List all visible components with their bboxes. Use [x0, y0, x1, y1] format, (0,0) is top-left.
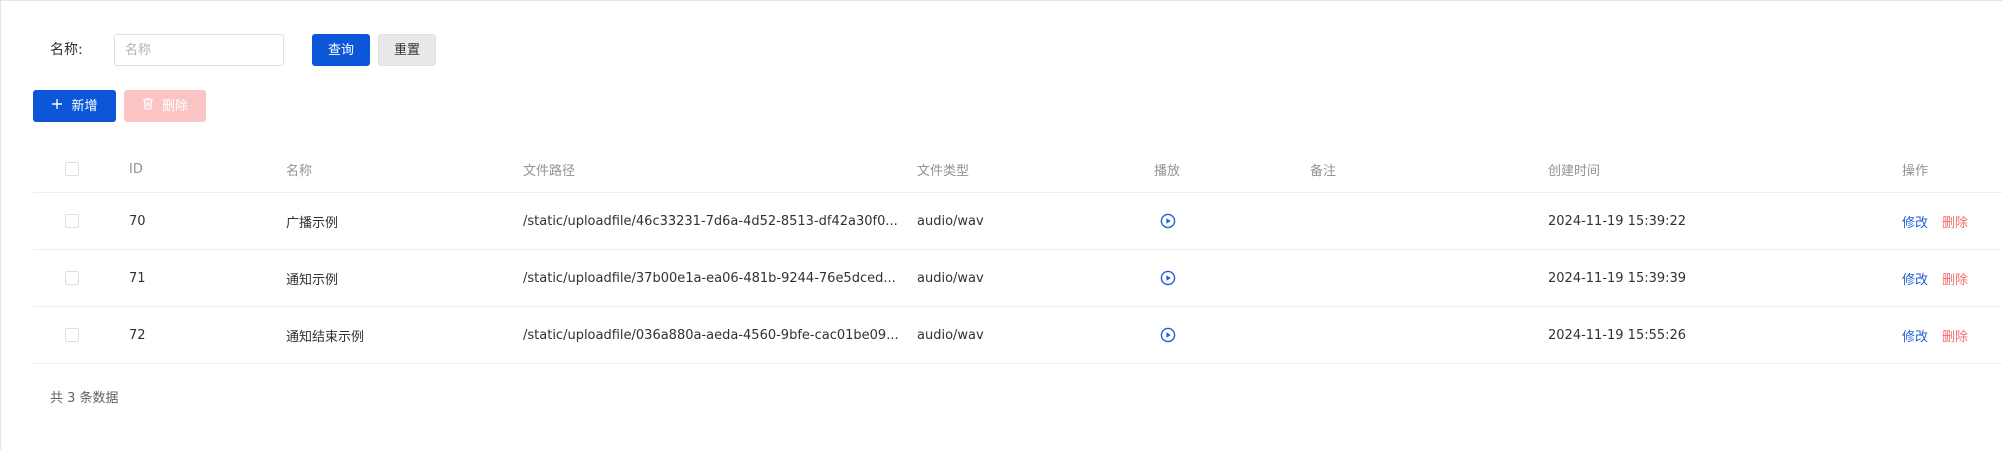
row-name: 通知示例 — [286, 272, 339, 288]
header-name: 名称 — [286, 163, 313, 179]
delete-link[interactable]: 删除 — [1942, 212, 1968, 231]
search-label: 名称: — [50, 42, 83, 58]
name-search-input[interactable] — [114, 34, 284, 66]
row-id: 70 — [129, 213, 146, 229]
row-type: audio/wav — [917, 213, 984, 229]
play-icon[interactable] — [1160, 213, 1176, 229]
reset-button[interactable]: 重置 — [378, 34, 436, 66]
row-path: /static/uploadfile/46c33231-7d6a-4d52-85… — [523, 213, 898, 229]
edit-link[interactable]: 修改 — [1902, 269, 1928, 288]
row-checkbox[interactable] — [65, 328, 79, 342]
row-ops: 修改 删除 — [1902, 307, 1968, 363]
header-path: 文件路径 — [523, 163, 576, 179]
row-created: 2024-11-19 15:55:26 — [1548, 327, 1687, 343]
row-path-cell: /static/uploadfile/37b00e1a-ea06-481b-92… — [523, 250, 903, 306]
edit-link[interactable]: 修改 — [1902, 212, 1928, 231]
row-check-cell — [65, 193, 79, 249]
delete-link[interactable]: 删除 — [1942, 326, 1968, 345]
row-path: /static/uploadfile/036a880a-aeda-4560-9b… — [523, 327, 899, 343]
select-all-checkbox[interactable] — [65, 162, 79, 176]
row-id: 72 — [129, 327, 146, 343]
row-created: 2024-11-19 15:39:39 — [1548, 270, 1687, 286]
total-count: 共 3 条数据 — [50, 391, 119, 406]
header-play: 播放 — [1154, 163, 1181, 179]
row-ops: 修改 删除 — [1902, 193, 1968, 249]
row-type: audio/wav — [917, 327, 984, 343]
row-check-cell — [65, 250, 79, 306]
row-play-cell — [1160, 307, 1220, 363]
row-id: 71 — [129, 270, 146, 286]
row-path-cell: /static/uploadfile/036a880a-aeda-4560-9b… — [523, 307, 903, 363]
row-play-cell — [1160, 250, 1220, 306]
query-button[interactable]: 查询 — [312, 34, 370, 66]
header-ops: 操作 — [1902, 163, 1929, 179]
row-checkbox[interactable] — [65, 271, 79, 285]
header-type: 文件类型 — [917, 163, 970, 179]
table-header: ID 名称 文件路径 文件类型 播放 备注 创建时间 操作 — [33, 146, 2002, 193]
batch-delete-button[interactable]: 删除 — [124, 90, 206, 122]
row-check-cell — [65, 307, 79, 363]
table-row: 70 广播示例 /static/uploadfile/46c33231-7d6a… — [33, 193, 2002, 250]
edit-link[interactable]: 修改 — [1902, 326, 1928, 345]
data-table: ID 名称 文件路径 文件类型 播放 备注 创建时间 操作 70 广播示例 /s… — [33, 146, 2002, 364]
page: 名称: 查询 重置 新增 删除 ID 名称 文件路径 文件类型 播放 备注 创建… — [0, 0, 2002, 450]
row-path: /static/uploadfile/37b00e1a-ea06-481b-92… — [523, 270, 896, 286]
header-check-cell — [65, 146, 79, 192]
trash-icon — [142, 91, 154, 123]
row-type: audio/wav — [917, 270, 984, 286]
table-row: 72 通知结束示例 /static/uploadfile/036a880a-ae… — [33, 307, 2002, 364]
plus-icon — [51, 91, 63, 123]
delete-link[interactable]: 删除 — [1942, 269, 1968, 288]
delete-button-label: 删除 — [161, 99, 188, 114]
row-name: 通知结束示例 — [286, 329, 365, 345]
add-button[interactable]: 新增 — [33, 90, 116, 122]
row-name: 广播示例 — [286, 215, 339, 231]
row-ops: 修改 删除 — [1902, 250, 1968, 306]
play-icon[interactable] — [1160, 327, 1176, 343]
play-icon[interactable] — [1160, 270, 1176, 286]
row-play-cell — [1160, 193, 1220, 249]
header-remark: 备注 — [1310, 163, 1337, 179]
row-checkbox[interactable] — [65, 214, 79, 228]
header-id: ID — [129, 161, 143, 177]
header-created: 创建时间 — [1548, 163, 1601, 179]
add-button-label: 新增 — [71, 99, 98, 114]
table-row: 71 通知示例 /static/uploadfile/37b00e1a-ea06… — [33, 250, 2002, 307]
row-path-cell: /static/uploadfile/46c33231-7d6a-4d52-85… — [523, 193, 903, 249]
row-created: 2024-11-19 15:39:22 — [1548, 213, 1687, 229]
search-bar: 名称: 查询 重置 — [1, 34, 601, 66]
